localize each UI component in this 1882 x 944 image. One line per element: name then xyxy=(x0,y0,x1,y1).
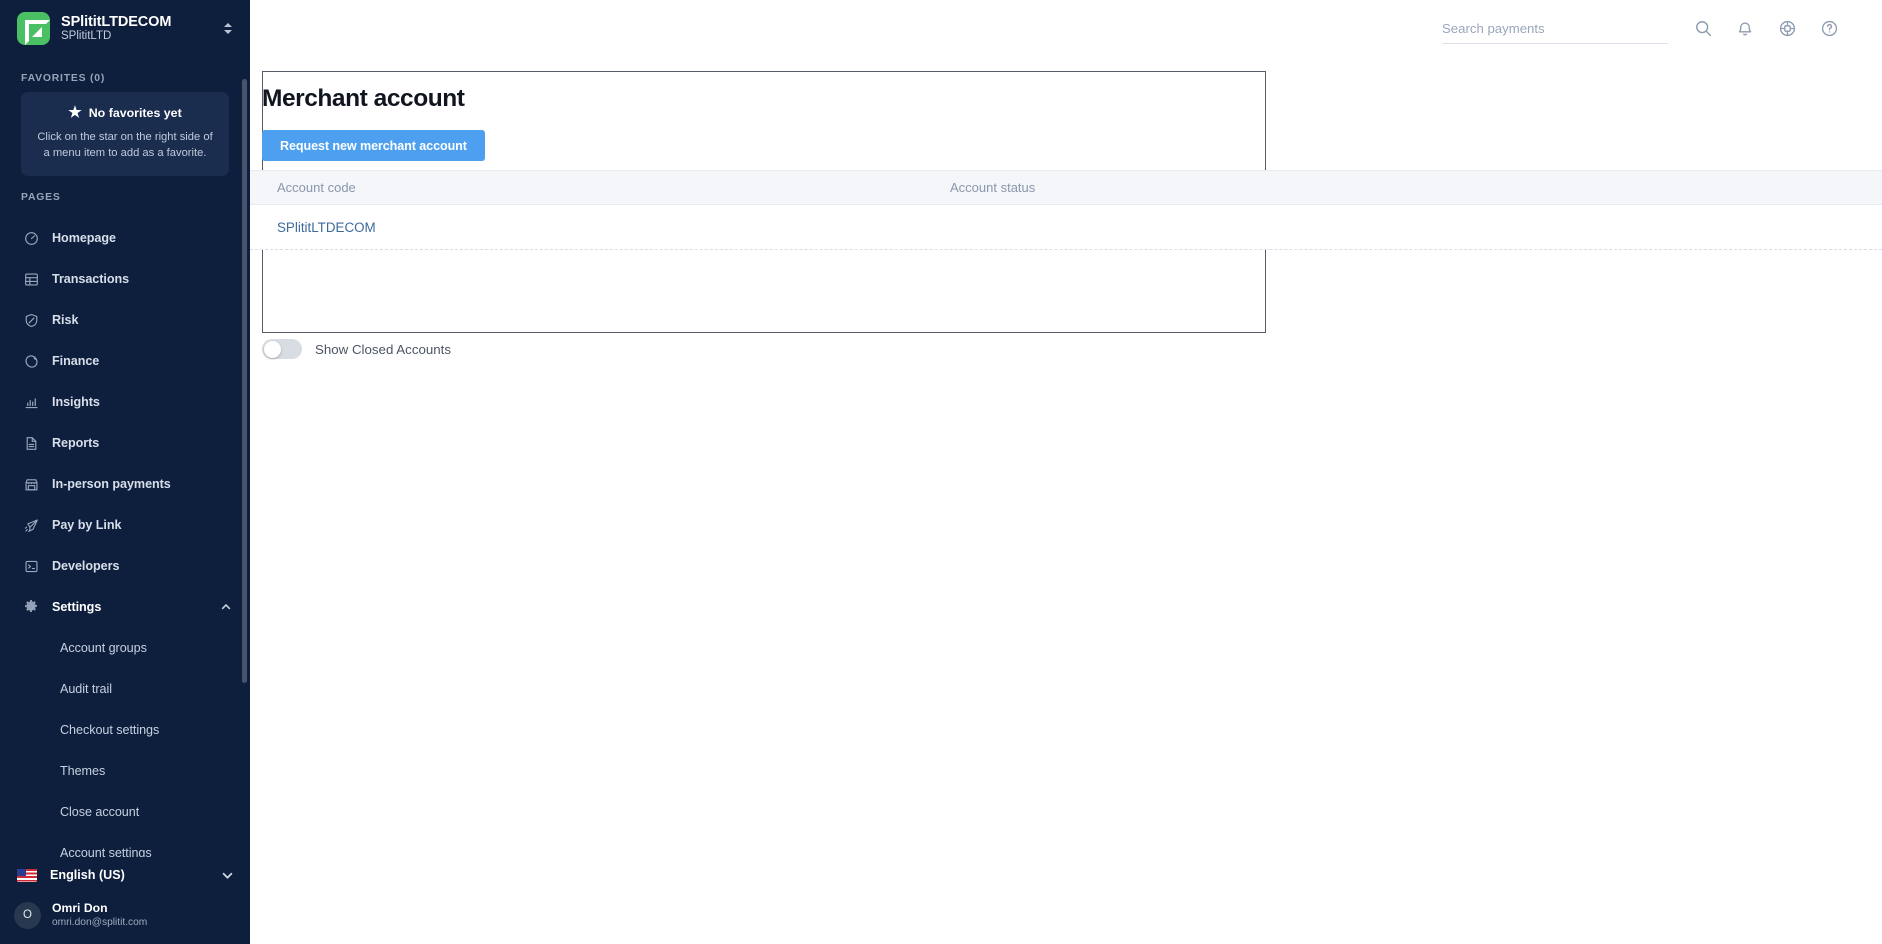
sidebar-item-label: Account groups xyxy=(60,641,147,656)
favorites-empty-card: ★ No favorites yet Click on the star on … xyxy=(21,92,229,177)
apps-grid-icon[interactable] xyxy=(1766,8,1808,50)
cell-account-code: SPlititLTDECOM xyxy=(250,220,950,235)
sidebar-item-reports[interactable]: Reports xyxy=(8,429,242,457)
page-title: Merchant account xyxy=(262,85,465,112)
favorites-empty-body: Click on the star on the right side of a… xyxy=(37,131,213,160)
show-closed-accounts-row: Show Closed Accounts xyxy=(262,339,451,359)
sidebar-scrollbar[interactable] xyxy=(242,79,247,683)
homepage-icon xyxy=(21,231,41,246)
favorites-empty-heading: ★ No favorites yet xyxy=(34,105,216,120)
sidebar-item-label: Close account xyxy=(60,805,140,820)
search-field-wrapper[interactable] xyxy=(1442,13,1668,44)
sidebar-item-label: Account settings xyxy=(60,846,152,857)
sidebar-item-label: Risk xyxy=(52,313,79,328)
sidebar-item-label: Transactions xyxy=(52,272,130,287)
terminal-icon xyxy=(21,559,41,574)
language-label: English (US) xyxy=(50,868,125,882)
sidebar-item-in-person-payments[interactable]: In-person payments xyxy=(8,470,242,498)
account-names: SPlititLTDECOM SPlititLTD xyxy=(61,14,209,44)
sidebar-item-label: Themes xyxy=(60,764,106,779)
table-row[interactable]: SPlititLTDECOM xyxy=(250,205,1882,250)
column-header-account-code: Account code xyxy=(277,180,356,195)
sidebar-item-label: Insights xyxy=(52,395,100,410)
sidebar-item-settings[interactable]: Settings xyxy=(8,593,242,621)
paper-plane-icon xyxy=(21,518,41,533)
sidebar-item-homepage[interactable]: Homepage xyxy=(8,224,242,252)
transactions-icon xyxy=(21,272,41,287)
star-filled-icon: ★ xyxy=(68,104,82,121)
show-closed-accounts-label: Show Closed Accounts xyxy=(315,341,452,357)
sidebar-item-label: In-person payments xyxy=(52,477,171,492)
pages-section-label: PAGES xyxy=(21,192,61,204)
sidebar-item-label: Developers xyxy=(52,559,120,574)
account-sub-name: SPlititLTD xyxy=(61,30,112,43)
sidebar-item-transactions[interactable]: Transactions xyxy=(8,265,242,293)
sidebar-item-developers[interactable]: Developers xyxy=(8,552,242,580)
topbar xyxy=(250,0,1882,57)
reports-document-icon xyxy=(21,436,41,451)
search-icon[interactable] xyxy=(1682,8,1724,50)
avatar: O xyxy=(14,901,41,929)
merchant-accounts-table: Account code Account status SPlititLTDEC… xyxy=(250,170,1882,250)
sidebar-item-pay-by-link[interactable]: Pay by Link xyxy=(8,511,242,539)
user-profile[interactable]: O Omri Don omri.don@splitit.com xyxy=(0,893,250,937)
sidebar-item-label: Checkout settings xyxy=(60,723,160,738)
favorites-section-label: FAVORITES (0) xyxy=(21,73,106,84)
account-code-link[interactable]: SPlititLTDECOM xyxy=(277,220,376,235)
show-closed-accounts-toggle[interactable] xyxy=(262,339,302,359)
chevron-down-icon[interactable] xyxy=(221,869,234,882)
sidebar-item-risk[interactable]: Risk xyxy=(8,306,242,334)
request-new-merchant-account-button[interactable]: Request new merchant account xyxy=(262,130,485,161)
user-name: Omri Don xyxy=(52,900,108,915)
account-switcher-icon[interactable] xyxy=(220,23,236,34)
account-name: SPlititLTDECOM xyxy=(61,13,172,30)
sidebar-item-label: Pay by Link xyxy=(52,518,122,533)
sidebar-item-label: Finance xyxy=(52,354,100,369)
sidebar-item-label: Reports xyxy=(52,436,100,451)
sidebar-item-label: Audit trail xyxy=(60,682,112,697)
sidebar-item-label: Homepage xyxy=(52,231,116,246)
help-question-icon[interactable] xyxy=(1808,8,1850,50)
main-content: Merchant account Request new merchant ac… xyxy=(250,57,1882,944)
user-email: omri.don@splitit.com xyxy=(52,917,148,928)
language-selector[interactable]: English (US) xyxy=(0,857,250,893)
sidebar-footer: English (US) O Omri Don omri.don@splitit… xyxy=(0,857,250,944)
sidebar-item-finance[interactable]: Finance xyxy=(8,347,242,375)
splitit-logo-icon xyxy=(17,12,50,45)
column-header-account-status: Account status xyxy=(950,180,1036,195)
user-text: Omri Don omri.don@splitit.com xyxy=(52,901,147,930)
insights-bar-chart-icon xyxy=(21,395,41,410)
sidebar: SPlititLTDECOM SPlititLTD FAVORITES (0) … xyxy=(0,0,250,944)
favorites-empty-title: No favorites yet xyxy=(88,105,182,120)
notification-bell-icon[interactable] xyxy=(1724,8,1766,50)
sidebar-item-checkout-settings[interactable]: Checkout settings xyxy=(8,716,242,744)
chevron-up-icon[interactable] xyxy=(220,601,232,613)
finance-coin-icon xyxy=(21,354,41,369)
account-switcher[interactable]: SPlititLTDECOM SPlititLTD xyxy=(0,0,250,57)
sidebar-scroll-area: FAVORITES (0) ★ No favorites yet Click o… xyxy=(0,57,250,857)
us-flag-icon xyxy=(17,868,37,882)
risk-shield-icon xyxy=(21,313,41,328)
table-header-row: Account code Account status xyxy=(250,170,1882,205)
gear-icon xyxy=(21,599,41,615)
sidebar-item-themes[interactable]: Themes xyxy=(8,757,242,785)
sidebar-item-close-account[interactable]: Close account xyxy=(8,798,242,826)
storefront-icon xyxy=(21,477,41,492)
sidebar-item-account-settings[interactable]: Account settings xyxy=(8,839,242,857)
sidebar-item-account-groups[interactable]: Account groups xyxy=(8,634,242,662)
sidebar-item-audit-trail[interactable]: Audit trail xyxy=(8,675,242,703)
sidebar-item-insights[interactable]: Insights xyxy=(8,388,242,416)
sidebar-item-label: Settings xyxy=(52,600,102,615)
search-input[interactable] xyxy=(1442,13,1668,43)
